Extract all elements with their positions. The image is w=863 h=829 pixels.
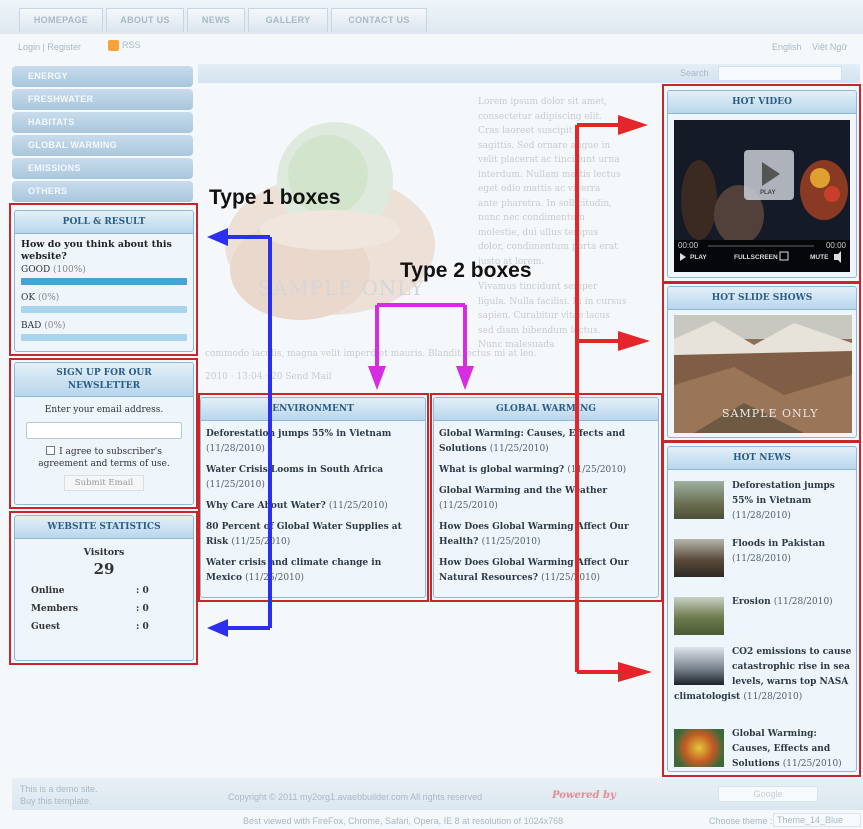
page: HOMEPAGE ABOUT US NEWS GALLERY CONTACT U… [0, 0, 863, 829]
type2-label: Type 2 boxes [400, 259, 532, 282]
annotation-arrows [207, 115, 652, 682]
type1-label: Type 1 boxes [209, 186, 341, 209]
